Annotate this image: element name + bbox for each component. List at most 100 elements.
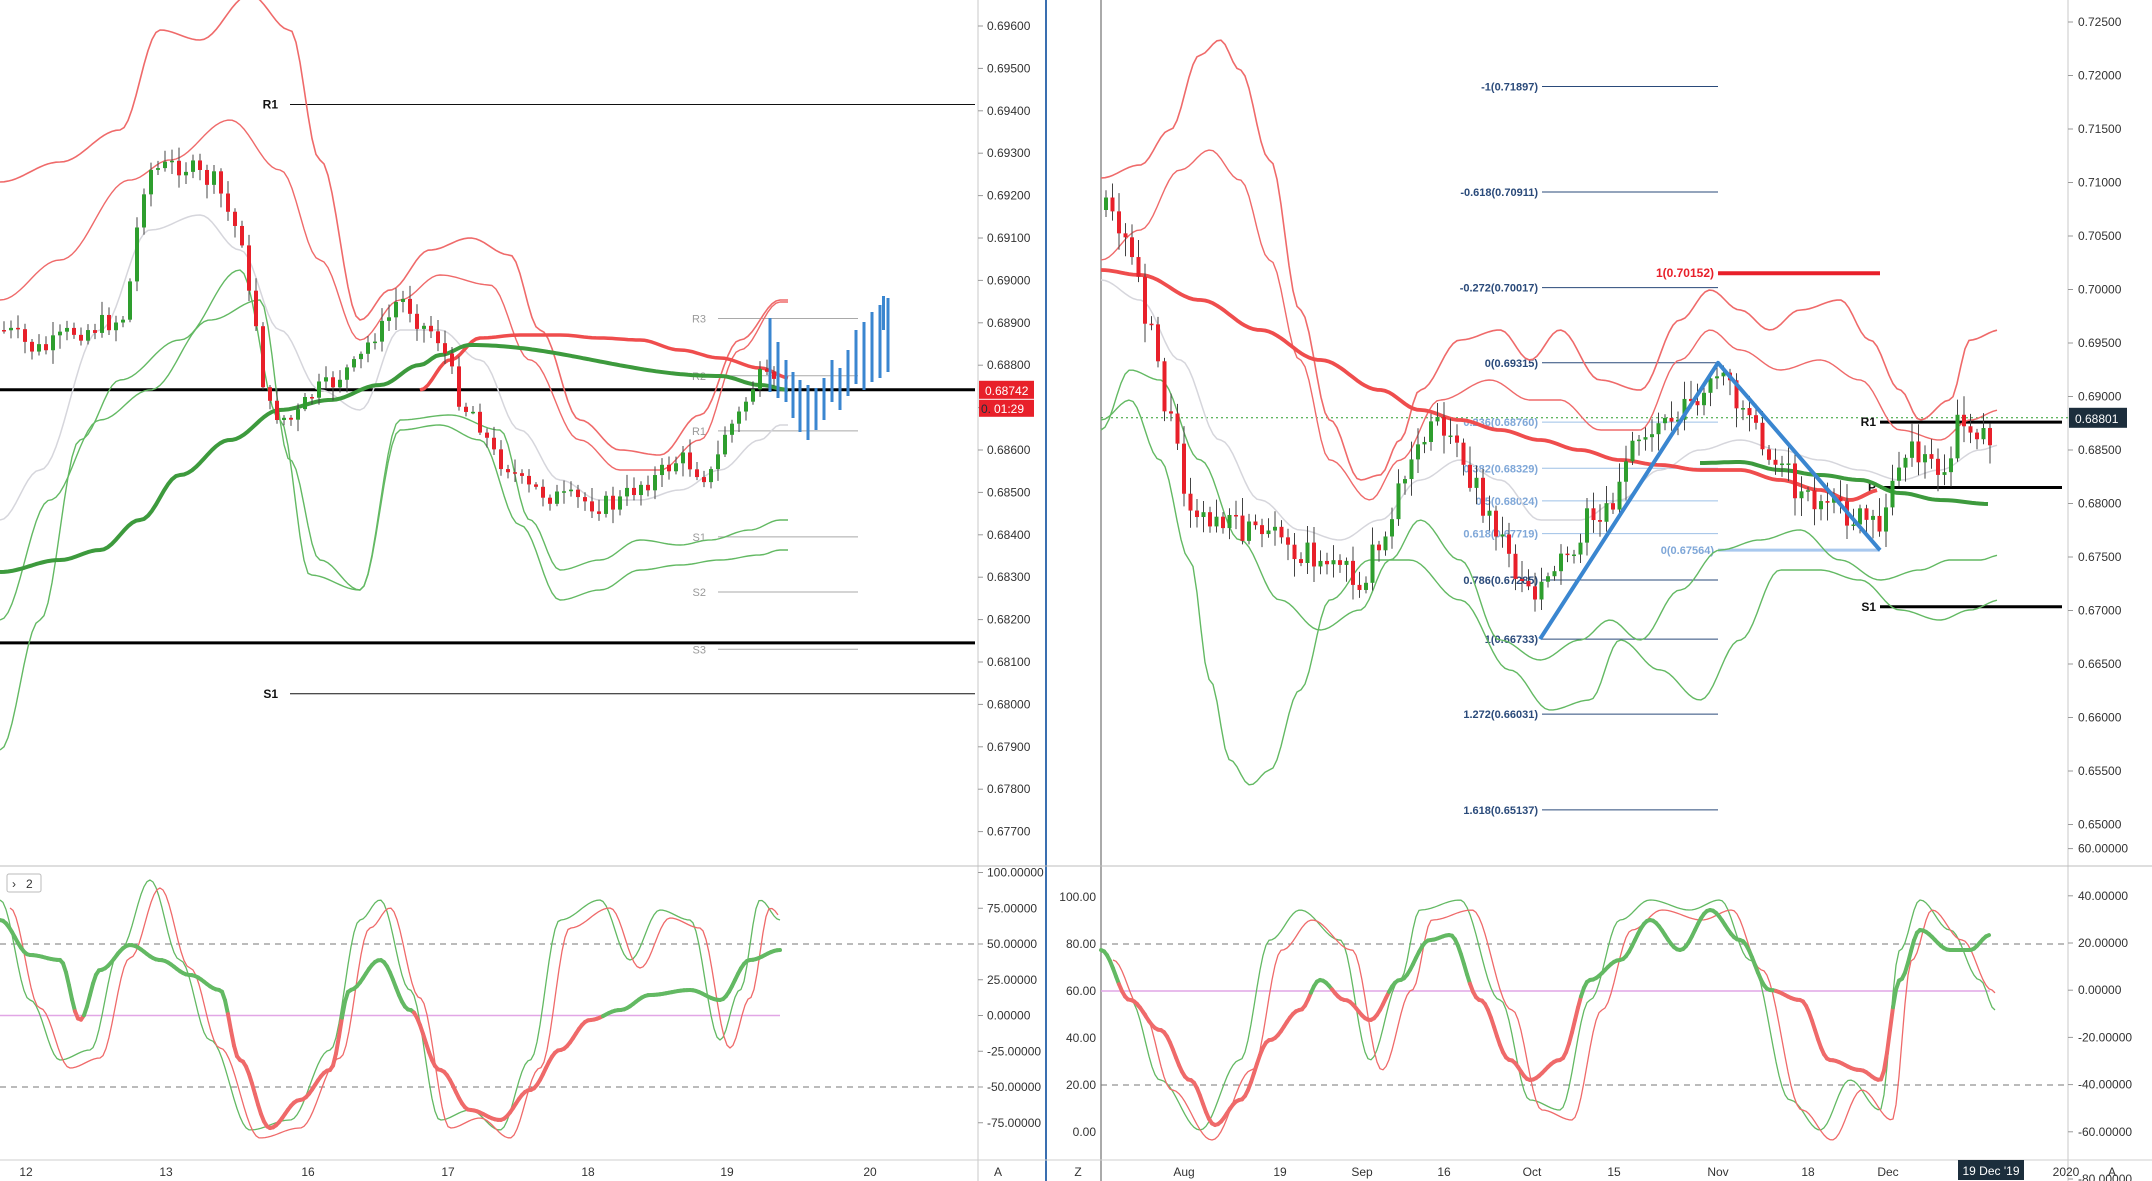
left-projection-bar [870, 312, 874, 382]
right-price-tick-label: 0.68500 [2078, 443, 2122, 457]
right-candle-body [1227, 514, 1232, 529]
right-candle-body [1208, 512, 1212, 527]
right-time-tick-label: 18 [1801, 1165, 1815, 1179]
left-price-tick-label: 0.68800 [987, 358, 1031, 372]
left-price-tick-label: 0.68000 [987, 697, 1031, 711]
right-candle-body [1273, 526, 1277, 531]
fib-zero-label: 0(0.67564) [1661, 545, 1715, 557]
left-candle-body [569, 489, 573, 492]
right-candle-body [1754, 415, 1758, 423]
right-candle-body [1299, 559, 1303, 564]
right-candle-body [1936, 458, 1940, 475]
left-price-tick-label: 0.69400 [987, 104, 1031, 118]
left-candle-body [16, 327, 20, 330]
right-candle-body [1416, 444, 1420, 460]
left-bollinger-upper-outer [0, 0, 788, 456]
right-candle-body [1390, 519, 1394, 537]
left-candle-body [737, 411, 741, 424]
right-price-tick-label: 0.67500 [2078, 550, 2122, 564]
left-axis-footer: A [994, 1165, 1002, 1179]
fib-level-label: 1.618(0.65137) [1463, 805, 1538, 817]
left-candle-body [688, 452, 692, 470]
left-candle-body [562, 491, 566, 493]
right-candle-body [1598, 520, 1602, 522]
left-candle-body [387, 317, 391, 321]
left-candle-body [695, 469, 699, 478]
right-candle-body [1871, 515, 1875, 520]
left-candle-body [233, 211, 237, 226]
right-candle-body [1370, 544, 1375, 583]
right-candle-body [1923, 454, 1927, 463]
right-axis-footer-left: Z [1074, 1165, 1081, 1179]
left-candle-body [709, 469, 713, 483]
left-osc-signal-segment [67, 983, 74, 1002]
left-candle-body [149, 169, 153, 195]
right-candle-body [1968, 426, 1973, 433]
left-projection-bar [798, 380, 802, 432]
left-candle-body [240, 225, 244, 246]
right-candle-body [1403, 479, 1407, 484]
right-candle-body [1715, 376, 1719, 379]
left-candle-body [730, 423, 734, 435]
left-candle-body [492, 437, 496, 450]
right-price-tick-label: 0.71500 [2078, 122, 2122, 136]
left-osc-tick-label: -50.00000 [987, 1080, 1041, 1094]
right-candle-body [1799, 491, 1804, 499]
left-candle-body [576, 489, 580, 498]
left-price-tick-label: 0.68100 [987, 655, 1031, 669]
right-candle-body [1975, 432, 1979, 440]
left-candle-body [772, 371, 776, 379]
left-price-tick-label: 0.69000 [987, 273, 1031, 287]
right-candle-body [1104, 197, 1108, 210]
left-candle-body [198, 160, 202, 170]
left-candle-body [310, 397, 314, 399]
right-candle-body [1630, 440, 1635, 462]
right-last-price-label: 0.68801 [2075, 412, 2119, 426]
right-candle-body [1617, 481, 1622, 510]
right-candle-body [1162, 361, 1167, 412]
left-candle-body [597, 511, 601, 514]
chart-workspace: 0.69600 0.69500 0.69400 0.69300 0.69200 0.691… [0, 0, 2152, 1181]
left-candle-body [716, 454, 720, 470]
left-candle-body [660, 464, 664, 476]
right-candle-body [1773, 459, 1778, 465]
fib-level-label: 0.5(0.68024) [1476, 496, 1539, 508]
left-candle-body [289, 417, 293, 420]
left-countdown-label: 01:29 [994, 402, 1024, 416]
right-price-tick-label: 0.70000 [2078, 283, 2122, 297]
right-candle-body [1448, 435, 1453, 438]
right-osc-signal-segment [1888, 1005, 1895, 1032]
left-pivot-label: S2 [693, 587, 706, 599]
right-price-tick-label: 0.65500 [2078, 764, 2122, 778]
right-price-tick-label: 0.69500 [2078, 336, 2122, 350]
left-candle-body [345, 367, 349, 380]
left-candle-body [380, 320, 384, 342]
right-price-tick-label: 0.69000 [2078, 390, 2122, 404]
right-candle-body [1962, 414, 1966, 427]
right-candle-body [1812, 490, 1817, 510]
left-countdown-prefix: 0. [981, 402, 991, 416]
left-candle-body [457, 366, 461, 407]
left-candle-body [93, 330, 97, 333]
left-candle-body [513, 472, 517, 474]
right-candle-body [1981, 428, 1986, 440]
right-osc-right-tick-label: 40.00000 [2078, 889, 2128, 903]
left-candle-body [303, 397, 307, 410]
left-candle-body [548, 497, 552, 504]
left-candles [2, 147, 776, 524]
right-candle-body [1117, 211, 1121, 234]
left-pivot-label: R1 [692, 426, 706, 438]
right-candle-body [1240, 515, 1245, 541]
left-projection-bar [806, 385, 810, 440]
right-candle-body [1351, 560, 1355, 585]
right-candle-body [1286, 537, 1290, 545]
chart-canvas[interactable]: 0.69600 0.69500 0.69400 0.69300 0.69200 0.691… [0, 0, 2152, 1181]
right-candle-body [1357, 584, 1362, 590]
right-candle-body [1422, 441, 1427, 445]
left-candle-body [79, 334, 83, 341]
left-price-tick-label: 0.69500 [987, 61, 1031, 75]
right-candle-body [1442, 416, 1446, 436]
left-price-tick-label: 0.67700 [987, 825, 1031, 839]
right-candle-body [1383, 536, 1388, 551]
right-candle-body [1552, 571, 1557, 577]
